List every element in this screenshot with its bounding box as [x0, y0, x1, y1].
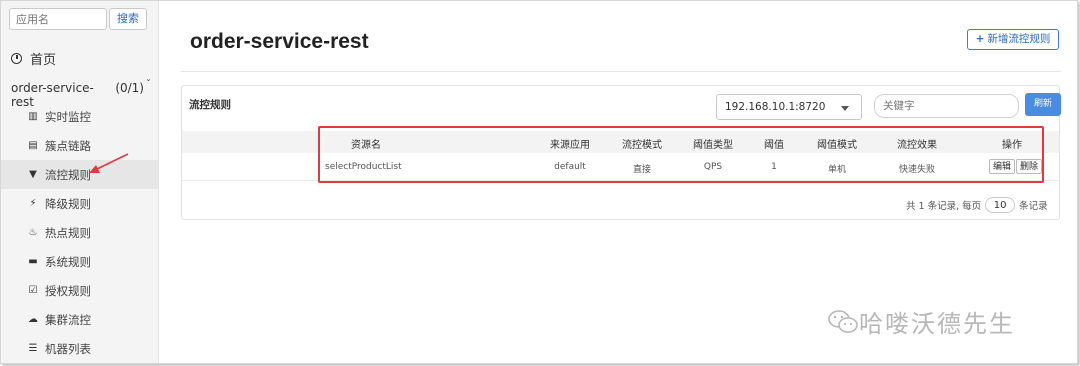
watermark-text: 哈喽沃德先生 — [859, 310, 1015, 338]
wechat-icon — [828, 309, 858, 333]
window: 搜索 首页 order-service-rest (0/1) ˇ ▥ 实时监控 … — [0, 0, 1078, 364]
watermark: 哈喽沃德先生 — [827, 304, 1015, 339]
